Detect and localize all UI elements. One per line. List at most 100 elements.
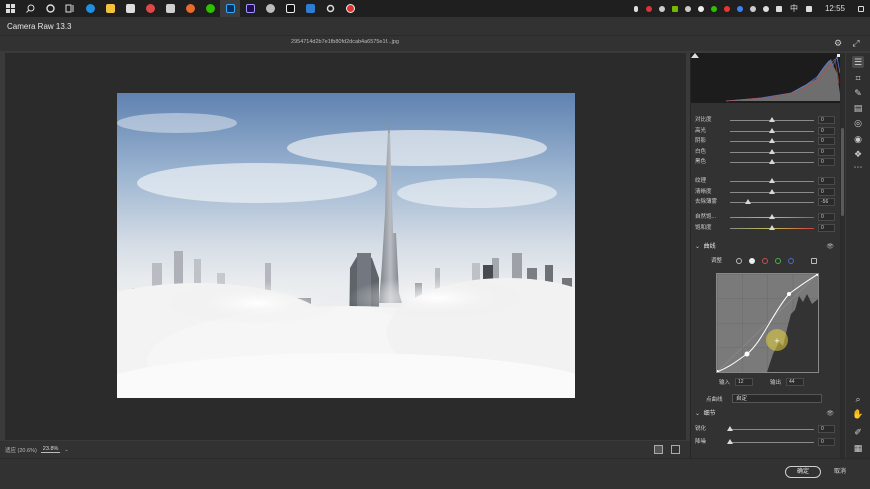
- gradient-icon[interactable]: ▤: [852, 102, 864, 114]
- slider-thumb[interactable]: [769, 138, 775, 143]
- slider-value-field[interactable]: 0: [818, 158, 835, 166]
- wifi-icon[interactable]: [761, 0, 771, 17]
- green-channel-icon[interactable]: [775, 258, 781, 264]
- windows-start-icon[interactable]: [0, 0, 20, 17]
- slider-value-field[interactable]: -56: [818, 198, 835, 206]
- slider-thumb[interactable]: [727, 426, 733, 431]
- slider-value-field[interactable]: 0: [818, 425, 835, 433]
- slider-thumb[interactable]: [769, 178, 775, 183]
- slider-value-field[interactable]: 0: [818, 147, 835, 156]
- radial-filter-icon[interactable]: ◎: [852, 117, 864, 129]
- app-icon[interactable]: [140, 0, 160, 17]
- fullscreen-icon[interactable]: ⤢: [851, 38, 861, 48]
- red-channel-icon[interactable]: [762, 258, 768, 264]
- slider-thumb[interactable]: [745, 199, 752, 204]
- bluetooth-icon[interactable]: [735, 0, 745, 17]
- keyboard-icon[interactable]: [804, 0, 814, 17]
- notification-icon[interactable]: [856, 0, 866, 17]
- slider-value-field[interactable]: 0: [818, 116, 835, 124]
- slider-thumb[interactable]: [769, 148, 775, 154]
- store-icon[interactable]: [120, 0, 140, 17]
- slider-value-field[interactable]: 0: [818, 438, 835, 446]
- edit-sliders-icon[interactable]: ☰: [852, 56, 864, 68]
- slider-thumb[interactable]: [769, 214, 775, 219]
- cortana-icon[interactable]: [40, 0, 60, 17]
- clock[interactable]: 12:55: [817, 4, 853, 13]
- redeye-icon[interactable]: ◉: [852, 133, 864, 145]
- blue-channel-icon[interactable]: [788, 258, 794, 264]
- slider-value-field[interactable]: 0: [818, 213, 835, 221]
- record-tray-icon[interactable]: [644, 0, 654, 17]
- wechat-icon[interactable]: [200, 0, 220, 17]
- visibility-eye-icon[interactable]: 👁: [826, 409, 834, 419]
- single-view-icon[interactable]: [654, 445, 663, 454]
- slider-track[interactable]: [730, 429, 814, 430]
- premiere-icon[interactable]: [240, 0, 260, 17]
- panel-scrollbar[interactable]: [840, 53, 845, 458]
- slider-value-field[interactable]: 0: [818, 177, 835, 185]
- slider-thumb[interactable]: [769, 127, 775, 133]
- panel-scrollbar-thumb[interactable]: [841, 128, 844, 216]
- tray-app-icon[interactable]: [683, 0, 693, 17]
- before-after-icon[interactable]: [671, 445, 680, 454]
- photos-icon[interactable]: [300, 0, 320, 17]
- slider-label: 清晰度: [695, 188, 712, 195]
- search-icon[interactable]: [20, 0, 40, 17]
- curve-section-header[interactable]: ⌄ 曲线 👁: [695, 242, 837, 252]
- app-icon[interactable]: [160, 0, 180, 17]
- point-curve-select[interactable]: 自定: [732, 394, 822, 403]
- microphone-icon[interactable]: [631, 0, 641, 17]
- input-method-indicator[interactable]: 中: [787, 3, 801, 14]
- tray-app-icon[interactable]: [748, 0, 758, 17]
- app-icon[interactable]: [180, 0, 200, 17]
- tray-app-icon[interactable]: [657, 0, 667, 17]
- input-field[interactable]: 12: [735, 378, 753, 386]
- hand-icon[interactable]: ✋: [852, 408, 864, 420]
- target-adjust-icon[interactable]: [811, 258, 817, 264]
- tray-app-icon[interactable]: [722, 0, 732, 17]
- app-icon[interactable]: [280, 0, 300, 17]
- slider-value-field[interactable]: 0: [818, 187, 835, 196]
- brush-icon[interactable]: ✎: [852, 87, 864, 99]
- white-channel-icon[interactable]: [749, 258, 755, 264]
- color-sampler-icon[interactable]: ✐: [852, 426, 864, 438]
- slider-thumb[interactable]: [769, 117, 775, 122]
- volume-icon[interactable]: [774, 0, 784, 17]
- record-icon[interactable]: [340, 0, 360, 17]
- parametric-curve-icon[interactable]: [736, 258, 742, 264]
- edge-icon[interactable]: [80, 0, 100, 17]
- slider-value-field[interactable]: 0: [818, 137, 835, 145]
- presets-icon[interactable]: ❖: [852, 148, 864, 160]
- fit-zoom-button[interactable]: 适应 (20.6%): [5, 446, 37, 454]
- chevron-down-icon: ⌄: [695, 411, 701, 417]
- chevron-down-icon[interactable]: ⌄: [64, 447, 68, 453]
- ok-button[interactable]: 确定: [785, 466, 821, 478]
- slider-value-field[interactable]: 0: [818, 223, 835, 232]
- slider-track[interactable]: [730, 442, 814, 443]
- gear-icon[interactable]: ⚙: [833, 38, 843, 48]
- tone-curve-graph[interactable]: +: [715, 272, 820, 374]
- file-explorer-icon[interactable]: [100, 0, 120, 17]
- slider-thumb[interactable]: [727, 439, 733, 444]
- wechat-tray-icon[interactable]: [709, 0, 719, 17]
- slider-value-field[interactable]: 0: [818, 126, 835, 135]
- slider-thumb[interactable]: [769, 159, 775, 164]
- nvidia-icon[interactable]: [670, 0, 680, 17]
- crop-icon[interactable]: ⌗: [852, 72, 864, 84]
- cancel-button[interactable]: 取消: [826, 466, 854, 478]
- more-icon[interactable]: ⋯: [852, 161, 864, 173]
- photoshop-icon[interactable]: [220, 0, 240, 17]
- slider-thumb[interactable]: [769, 224, 775, 230]
- app-icon[interactable]: [260, 0, 280, 17]
- slider-thumb[interactable]: [769, 188, 775, 194]
- detail-section-header[interactable]: ⌄ 细节 👁: [695, 409, 837, 419]
- zoom-icon[interactable]: ⌕: [852, 393, 864, 405]
- task-view-icon[interactable]: [60, 0, 80, 17]
- output-field[interactable]: 44: [786, 378, 804, 386]
- settings-icon[interactable]: [320, 0, 340, 17]
- zoom-level-dropdown[interactable]: 23.8%: [40, 446, 61, 453]
- visibility-eye-icon[interactable]: 👁: [826, 242, 834, 252]
- cloud-icon[interactable]: [696, 0, 706, 17]
- slider-track[interactable]: [730, 202, 814, 203]
- grid-overlay-icon[interactable]: ▦: [852, 442, 864, 454]
